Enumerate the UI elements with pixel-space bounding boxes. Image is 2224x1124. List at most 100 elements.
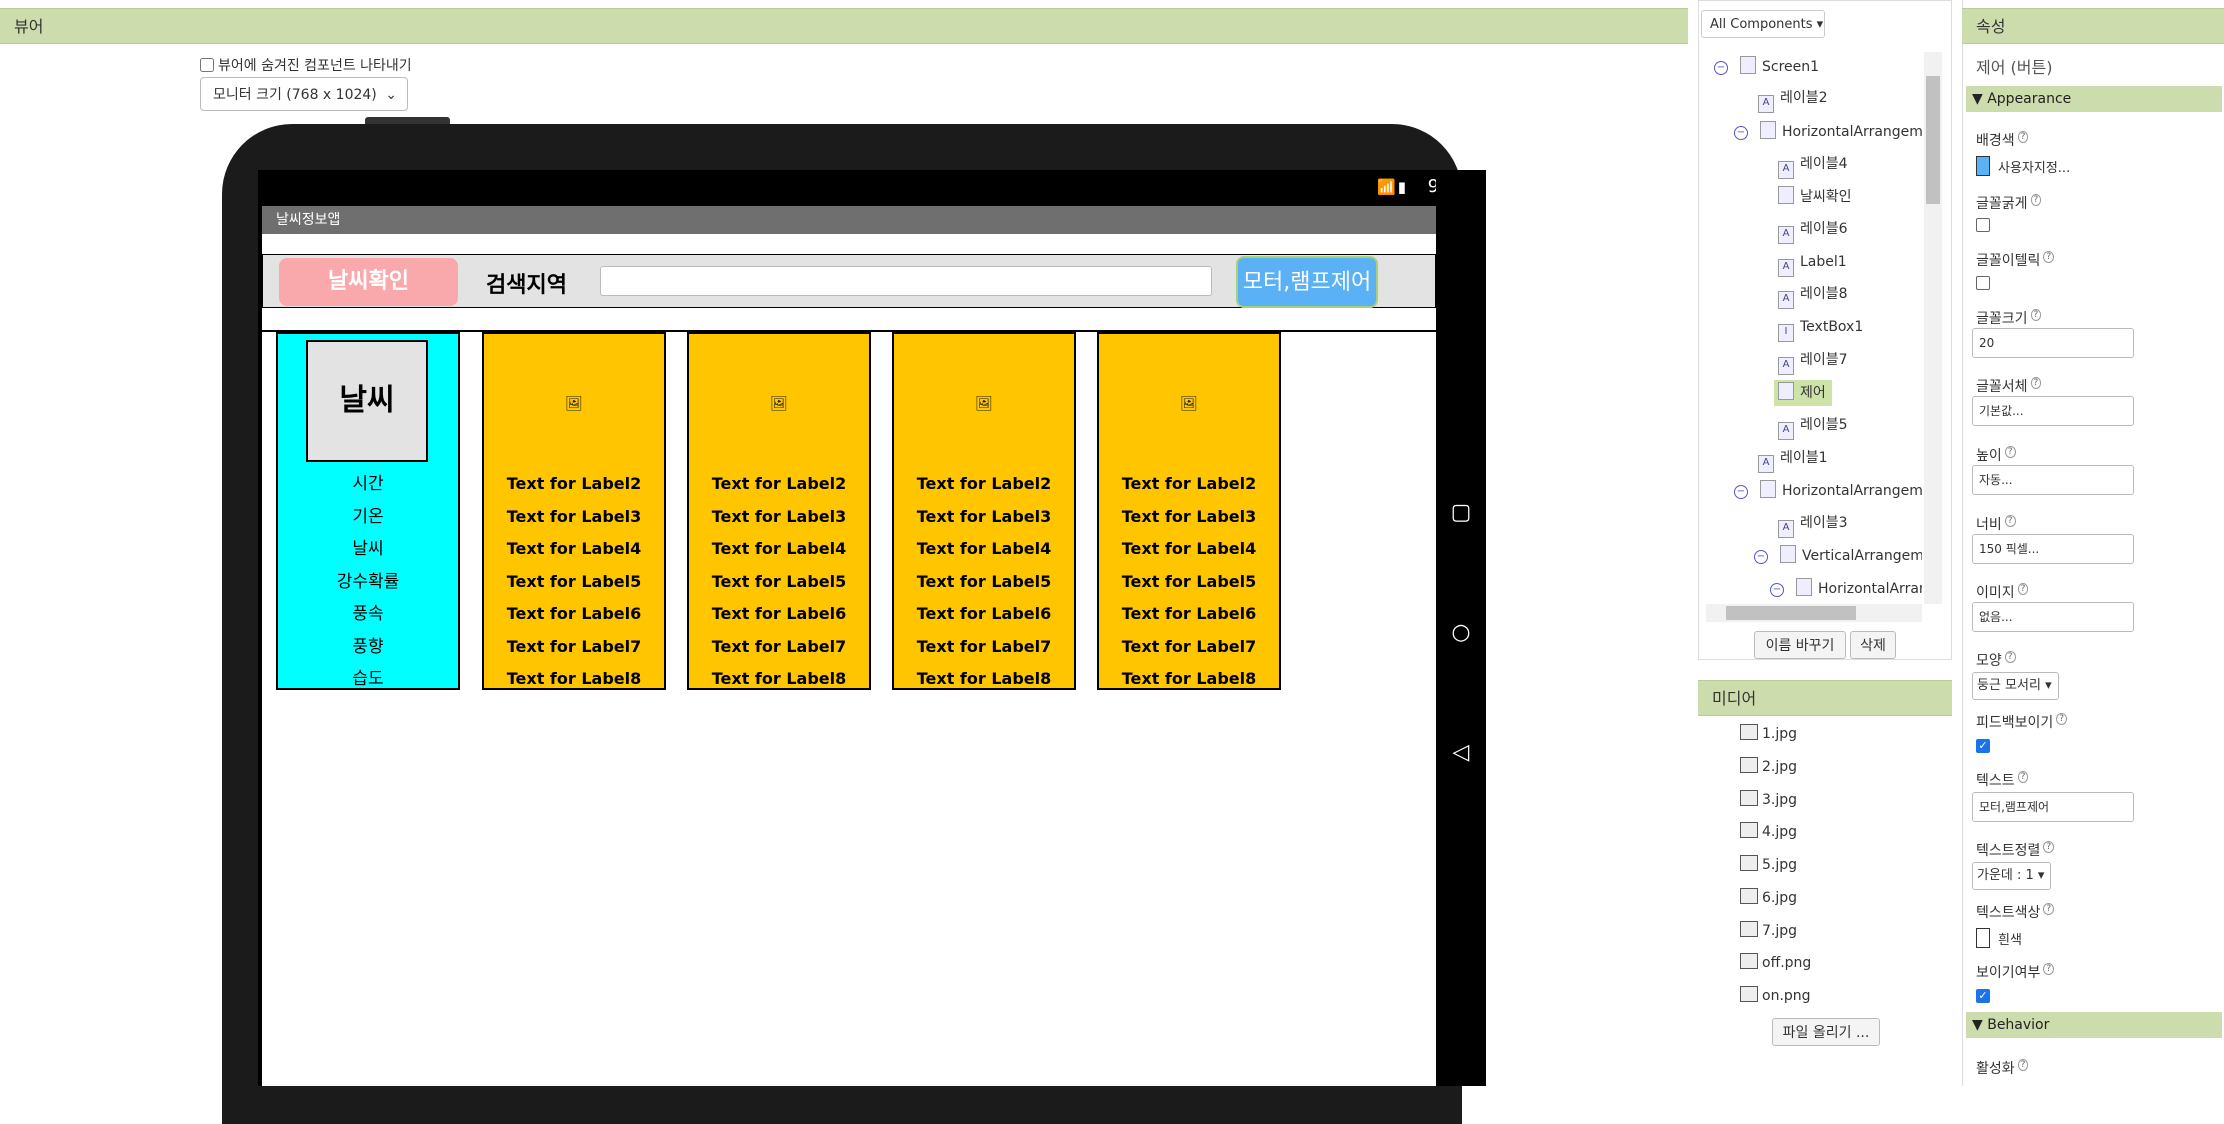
image-placeholder-icon[interactable]: 🖼 xyxy=(565,396,583,412)
column-label[interactable]: Text for Label4 xyxy=(689,533,869,566)
tree-node-screen1[interactable]: − Screen1 xyxy=(1714,56,1819,76)
column-label[interactable]: Text for Label6 xyxy=(1099,598,1279,631)
motor-lamp-control-button[interactable]: 모터,램프제어 xyxy=(1236,256,1378,308)
image-input[interactable]: 없음... xyxy=(1972,602,2134,632)
label-temperature[interactable]: 기온 xyxy=(278,501,458,534)
label-humidity[interactable]: 습도 xyxy=(278,663,458,696)
font-size-input[interactable]: 20 xyxy=(1972,328,2134,358)
column-label[interactable]: Text for Label7 xyxy=(1099,631,1279,664)
tree-node[interactable]: − HorizontalArran xyxy=(1770,578,1922,598)
media-file[interactable]: 4.jpg xyxy=(1740,822,1797,840)
forecast-column[interactable]: 🖼 Text for Label2 Text for Label3 Text f… xyxy=(1097,332,1281,690)
weather-label-column[interactable]: 날씨 시간 기온 날씨 강수확률 풍속 풍향 습도 xyxy=(276,332,460,690)
column-label[interactable]: Text for Label7 xyxy=(894,631,1074,664)
show-hidden-components[interactable]: 뷰어에 숨겨진 컴포넌트 나타내기 xyxy=(200,55,412,75)
column-label[interactable]: Text for Label2 xyxy=(1099,468,1279,501)
screen-size-select[interactable]: 모니터 크기 (768 x 1024) ⌄ xyxy=(200,77,408,111)
tree-node[interactable]: −HorizontalArrangemen xyxy=(1734,480,1922,500)
media-file[interactable]: 2.jpg xyxy=(1740,757,1797,775)
text-align-select[interactable]: 가운데 : 1 ▾ xyxy=(1972,862,2052,890)
image-placeholder-icon[interactable]: 🖼 xyxy=(1180,396,1198,412)
tree-node[interactable]: A 레이블2 xyxy=(1758,88,1828,113)
tree-node-selected[interactable]: 제어 xyxy=(1774,380,1832,406)
column-label[interactable]: Text for Label6 xyxy=(484,598,664,631)
tree-node[interactable]: − VerticalArrangeme xyxy=(1754,545,1922,565)
column-label[interactable]: Text for Label3 xyxy=(1099,501,1279,534)
tree-vertical-scroll-thumb[interactable] xyxy=(1926,76,1940,204)
image-placeholder-icon[interactable]: 🖼 xyxy=(975,396,993,412)
recent-apps-icon[interactable]: ▢ xyxy=(1436,500,1486,525)
font-face-input[interactable]: 기본값... xyxy=(1972,396,2134,426)
weather-box-label[interactable]: 날씨 xyxy=(306,340,428,462)
search-textbox[interactable] xyxy=(600,266,1212,296)
bg-color-picker[interactable]: 사용자지정... xyxy=(1976,156,2070,176)
collapse-icon[interactable]: − xyxy=(1770,583,1784,597)
column-label[interactable]: Text for Label4 xyxy=(484,533,664,566)
column-label[interactable]: Text for Label3 xyxy=(894,501,1074,534)
column-label[interactable]: Text for Label6 xyxy=(894,598,1074,631)
text-color-picker[interactable]: 흰색 xyxy=(1976,928,2022,948)
label-precipitation[interactable]: 강수확률 xyxy=(278,566,458,599)
tree-node[interactable]: 날씨확인 xyxy=(1778,186,1852,206)
column-label[interactable]: Text for Label5 xyxy=(484,566,664,599)
media-file[interactable]: 1.jpg xyxy=(1740,724,1797,742)
show-hidden-checkbox[interactable] xyxy=(200,58,214,72)
collapse-icon[interactable]: − xyxy=(1714,61,1728,75)
media-file[interactable]: 5.jpg xyxy=(1740,855,1797,873)
visible-checkbox[interactable]: ✓ xyxy=(1976,989,1990,1003)
upload-file-button[interactable]: 파일 올리기 ... xyxy=(1772,1018,1880,1046)
shape-select[interactable]: 둥근 모서리 ▾ xyxy=(1972,672,2059,700)
collapse-icon[interactable]: − xyxy=(1734,485,1748,499)
column-label[interactable]: Text for Label5 xyxy=(1099,566,1279,599)
component-tree[interactable]: −Screen1 A레이블2 −HorizontalArrangemen A레이… xyxy=(1706,52,1922,604)
column-label[interactable]: Text for Label6 xyxy=(689,598,869,631)
column-label[interactable]: Text for Label3 xyxy=(689,501,869,534)
media-file[interactable]: on.png xyxy=(1740,986,1811,1004)
tree-horizontal-scroll-thumb[interactable] xyxy=(1726,606,1856,620)
tree-node[interactable]: A 레이블4 xyxy=(1778,154,1848,179)
column-label[interactable]: Text for Label5 xyxy=(689,566,869,599)
column-label[interactable]: Text for Label7 xyxy=(689,631,869,664)
label-weather[interactable]: 날씨 xyxy=(278,533,458,566)
forecast-column[interactable]: 🖼 Text for Label2 Text for Label3 Text f… xyxy=(892,332,1076,690)
column-label[interactable]: Text for Label3 xyxy=(484,501,664,534)
tree-node[interactable]: A 레이블8 xyxy=(1778,284,1848,309)
column-label[interactable]: Text for Label2 xyxy=(484,468,664,501)
home-icon[interactable]: ○ xyxy=(1436,620,1486,645)
back-icon[interactable]: ◁ xyxy=(1436,740,1486,765)
search-region-label[interactable]: 검색지역 xyxy=(486,267,567,299)
column-label[interactable]: Text for Label8 xyxy=(1099,663,1279,696)
label-wind-direction[interactable]: 풍향 xyxy=(278,631,458,664)
media-file[interactable]: 6.jpg xyxy=(1740,888,1797,906)
height-input[interactable]: 자동... xyxy=(1972,465,2134,495)
column-label[interactable]: Text for Label5 xyxy=(894,566,1074,599)
rename-button[interactable]: 이름 바꾸기 xyxy=(1754,631,1846,659)
column-label[interactable]: Text for Label8 xyxy=(484,663,664,696)
bold-checkbox[interactable] xyxy=(1976,218,1990,232)
tree-node[interactable]: A 레이블7 xyxy=(1778,350,1848,375)
collapse-icon[interactable]: − xyxy=(1754,550,1768,564)
column-label[interactable]: Text for Label2 xyxy=(689,468,869,501)
appearance-section[interactable]: ▼ Appearance xyxy=(1966,86,2222,112)
forecast-column[interactable]: 🖼 Text for Label2 Text for Label3 Text f… xyxy=(687,332,871,690)
tree-node[interactable]: A 레이블1 xyxy=(1758,448,1828,473)
behavior-section[interactable]: ▼ Behavior xyxy=(1966,1012,2222,1038)
tree-node[interactable]: A Label1 xyxy=(1778,252,1847,277)
weather-check-button[interactable]: 날씨확인 xyxy=(279,258,458,306)
forecast-column[interactable]: 🖼 Text for Label2 Text for Label3 Text f… xyxy=(482,332,666,690)
image-placeholder-icon[interactable]: 🖼 xyxy=(770,396,788,412)
column-label[interactable]: Text for Label2 xyxy=(894,468,1074,501)
column-label[interactable]: Text for Label4 xyxy=(1099,533,1279,566)
italic-checkbox[interactable] xyxy=(1976,276,1990,290)
feedback-checkbox[interactable]: ✓ xyxy=(1976,739,1990,753)
text-input[interactable]: 모터,램프제어 xyxy=(1972,792,2134,822)
column-label[interactable]: Text for Label7 xyxy=(484,631,664,664)
tree-node[interactable]: A 레이블5 xyxy=(1778,415,1848,440)
tree-node[interactable]: I TextBox1 xyxy=(1778,317,1863,342)
column-label[interactable]: Text for Label4 xyxy=(894,533,1074,566)
component-filter-select[interactable]: All Components ▾ xyxy=(1701,10,1825,38)
label-time[interactable]: 시간 xyxy=(278,468,458,501)
media-file[interactable]: off.png xyxy=(1740,953,1811,971)
tree-node[interactable]: −HorizontalArrangemen xyxy=(1734,121,1922,141)
collapse-icon[interactable]: − xyxy=(1734,126,1748,140)
